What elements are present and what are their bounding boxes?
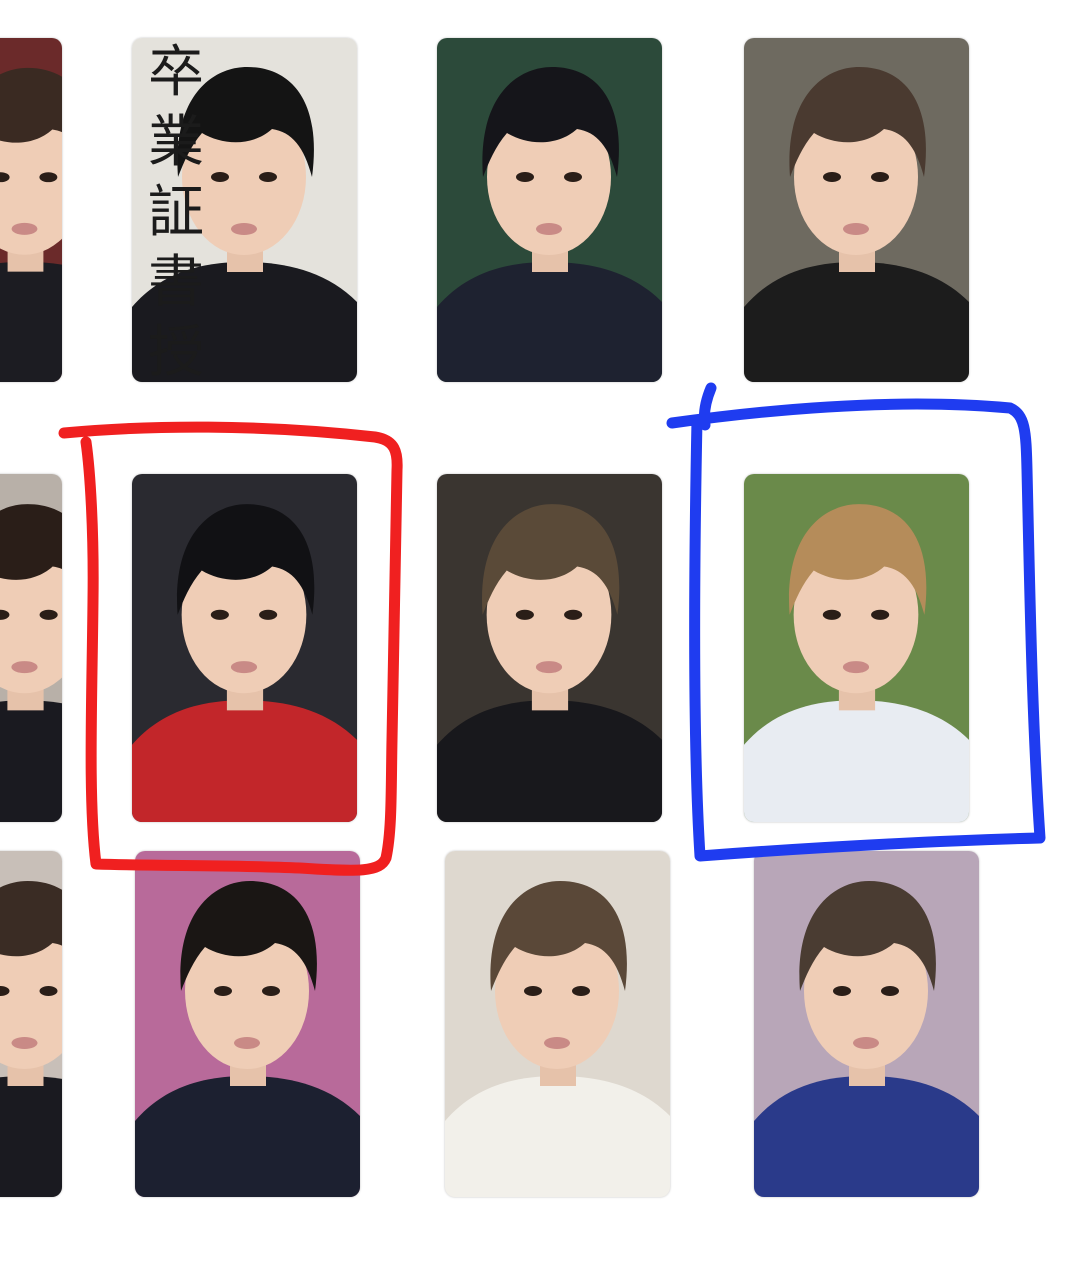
left-eye — [822, 609, 841, 620]
right-eye — [39, 986, 58, 996]
clothing — [135, 1076, 360, 1197]
right-eye — [881, 986, 899, 996]
portrait-photo — [0, 851, 62, 1197]
clothing — [744, 262, 969, 382]
portrait-photo — [744, 474, 969, 822]
left-eye — [515, 609, 534, 620]
mouth — [11, 661, 38, 674]
right-eye — [39, 172, 58, 183]
photocard-r2-c1[interactable] — [0, 474, 62, 822]
clothing — [754, 1076, 979, 1197]
clothing — [437, 700, 662, 822]
clothing — [437, 262, 662, 382]
mouth — [535, 661, 563, 674]
photocard-r2-c3[interactable] — [437, 474, 662, 822]
right-eye — [259, 609, 278, 620]
clothing — [744, 700, 969, 822]
photocard-r3-c3[interactable] — [445, 851, 670, 1197]
right-eye — [262, 986, 280, 996]
portrait-photo — [135, 851, 360, 1197]
clothing — [0, 261, 62, 382]
right-eye — [39, 609, 58, 620]
mouth — [853, 1037, 879, 1049]
mouth — [231, 223, 257, 235]
clothing — [0, 700, 62, 822]
portrait-photo — [437, 38, 662, 382]
right-eye — [564, 609, 583, 620]
left-eye — [524, 986, 542, 996]
right-eye — [871, 172, 889, 182]
photocard-r3-c2[interactable] — [135, 851, 360, 1197]
portrait-photo — [0, 474, 62, 822]
clothing — [0, 1076, 62, 1197]
certificate-text: 卒業証書授 — [148, 40, 204, 382]
right-eye — [259, 172, 277, 182]
photocard-r3-c1[interactable] — [0, 851, 62, 1197]
mouth — [544, 1037, 570, 1049]
clothing — [445, 1076, 670, 1197]
right-eye — [564, 172, 582, 182]
mouth — [843, 223, 869, 235]
mouth — [11, 222, 38, 235]
photocard-r1-c4[interactable] — [744, 38, 969, 382]
portrait-photo — [132, 474, 357, 822]
left-eye — [833, 986, 851, 996]
portrait-photo — [744, 38, 969, 382]
mouth — [230, 661, 258, 674]
mouth — [11, 1037, 38, 1049]
right-eye — [572, 986, 590, 996]
photocard-r2-c2[interactable] — [132, 474, 357, 822]
photocard-r2-c4[interactable] — [744, 474, 969, 822]
left-eye — [214, 986, 232, 996]
portrait-photo — [445, 851, 670, 1197]
mouth — [536, 223, 562, 235]
right-eye — [871, 609, 890, 620]
mouth — [842, 661, 870, 674]
left-eye — [823, 172, 841, 182]
photocard-r3-c4[interactable] — [754, 851, 979, 1197]
photocard-r1-c3[interactable] — [437, 38, 662, 382]
portrait-photo — [0, 38, 62, 382]
left-eye — [516, 172, 534, 182]
portrait-photo — [437, 474, 662, 822]
photocard-r1-c1[interactable] — [0, 38, 62, 382]
portrait-photo — [754, 851, 979, 1197]
photocard-r1-c2[interactable]: 卒業証書授 — [132, 38, 357, 382]
clothing — [132, 700, 357, 822]
left-eye — [210, 609, 229, 620]
mouth — [234, 1037, 260, 1049]
